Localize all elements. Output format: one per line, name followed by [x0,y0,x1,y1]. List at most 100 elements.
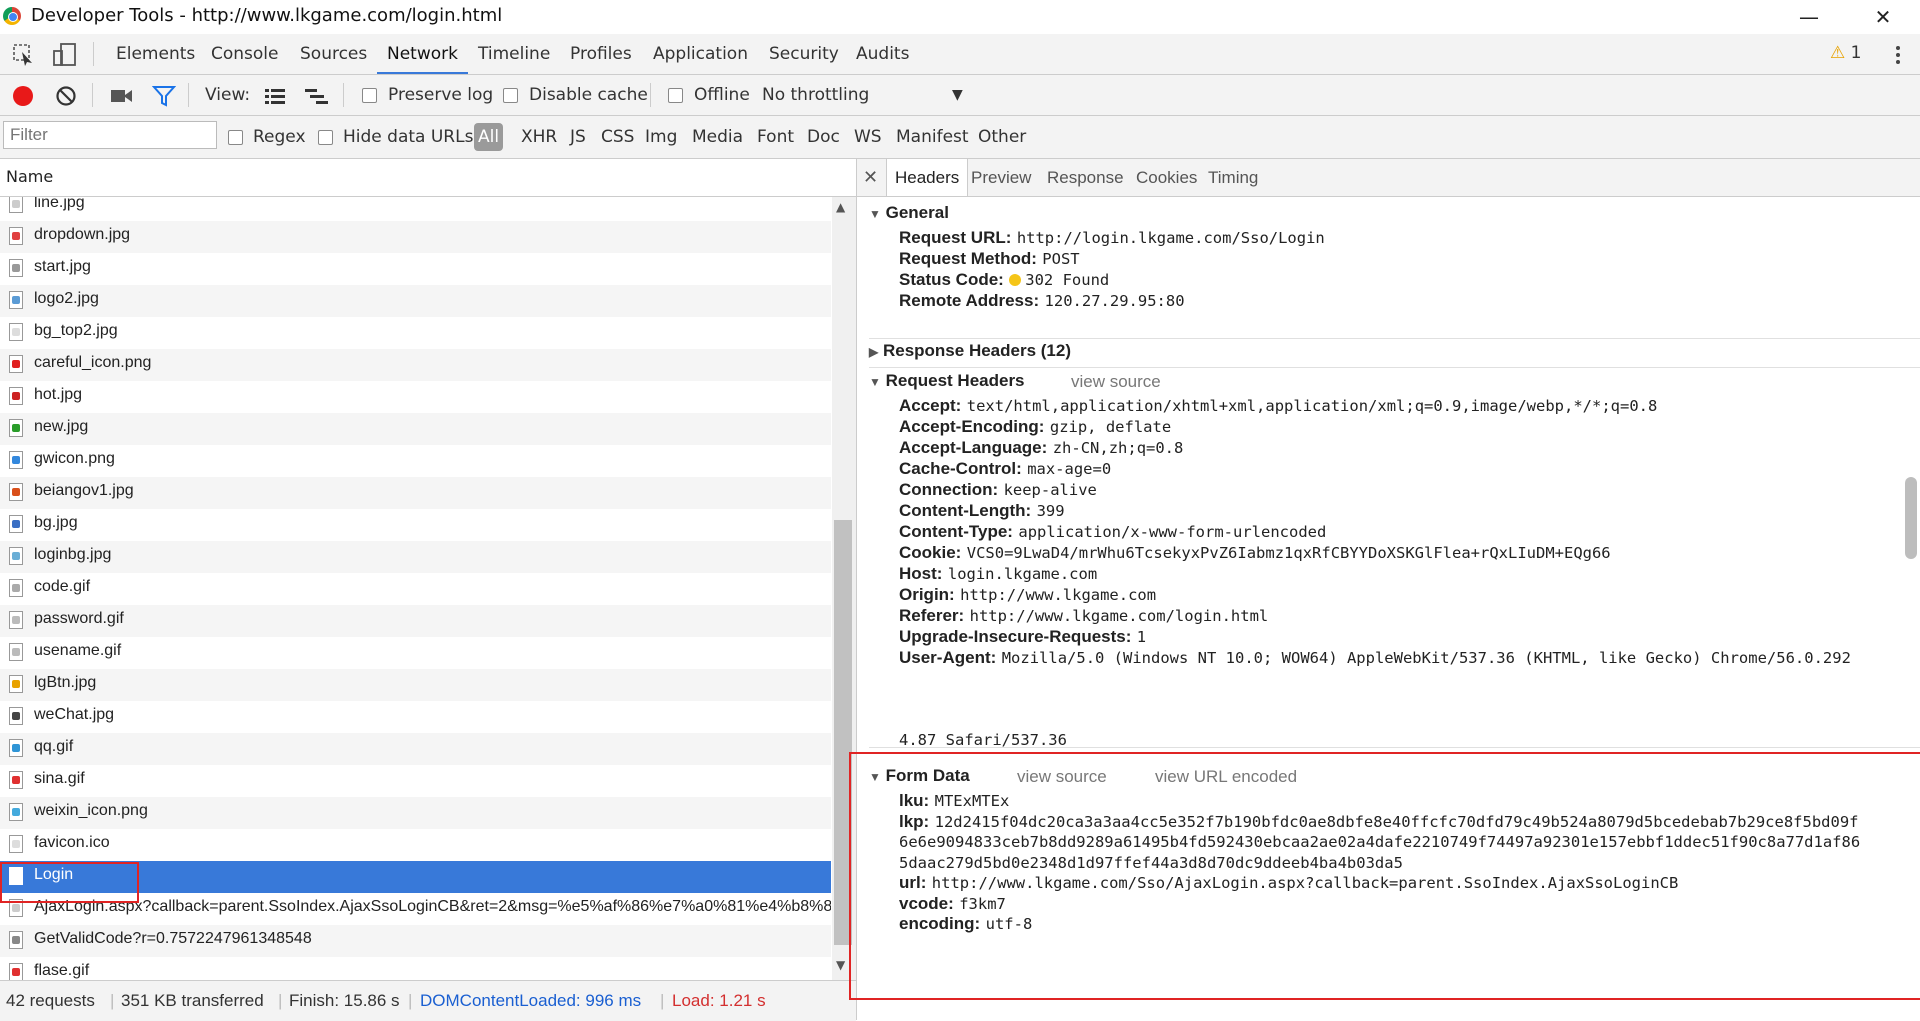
detail-tab-timing[interactable]: Timing [1208,159,1258,196]
detail-tab-headers[interactable]: Headers [886,159,969,196]
file-thumbnail-icon [12,232,20,240]
warnings-indicator[interactable]: ⚠ 1 [1830,43,1861,63]
login-row-highlight-box [0,862,139,903]
request-row[interactable]: start.jpg [0,253,831,285]
scroll-up-icon[interactable]: ▲ [836,200,845,214]
headers-scroll-thumb[interactable] [1905,477,1917,559]
request-row[interactable]: sina.gif [0,765,831,797]
request-headers-view-source-link[interactable]: view source [1071,372,1161,392]
clear-icon[interactable] [55,85,77,107]
filter-type-other[interactable]: Other [978,116,1026,158]
request-row[interactable]: flase.gif [0,957,831,980]
file-thumbnail-icon [12,552,20,560]
tab-elements[interactable]: Elements [106,34,205,74]
filter-type-media[interactable]: Media [692,116,743,158]
detail-tab-response[interactable]: Response [1047,159,1124,196]
throttling-select[interactable]: No throttling [762,75,869,115]
chevron-down-icon[interactable]: ▼ [952,75,963,115]
request-row[interactable]: line.jpg [0,197,831,221]
request-row[interactable]: dropdown.jpg [0,221,831,253]
capture-screenshots-icon[interactable] [110,87,134,105]
request-row[interactable]: gwicon.png [0,445,831,477]
request-row[interactable]: weChat.jpg [0,701,831,733]
filter-input[interactable] [3,121,217,149]
large-request-rows-icon[interactable] [264,87,286,105]
detail-tab-cookies[interactable]: Cookies [1136,159,1197,196]
close-detail-icon[interactable]: ✕ [863,159,878,196]
filter-type-xhr[interactable]: XHR [521,116,557,158]
header-value: 1 [1136,628,1147,646]
header-value: VCS0=9LwaD4/mrWhu6TcsekyxPvZ6Iabmz1qxRfC… [966,544,1611,562]
tab-security[interactable]: Security [759,34,849,74]
filter-type-img[interactable]: Img [645,116,677,158]
name-column-label: Name [6,167,54,186]
file-thumbnail-icon [12,264,20,272]
header-value: Mozilla/5.0 (Windows NT 10.0; WOW64) App… [1001,649,1851,667]
header-row: Referer: http://www.lkgame.com/login.htm… [899,606,1268,626]
header-value: 399 [1036,502,1065,520]
close-window-button[interactable]: ✕ [1860,2,1906,32]
tab-console[interactable]: Console [201,34,289,74]
restore-button[interactable] [1790,1,1836,31]
request-row[interactable]: bg_top2.jpg [0,317,831,349]
filter-type-manifest[interactable]: Manifest [896,116,969,158]
section-divider [869,338,1920,339]
request-name: line.jpg [34,197,85,211]
offline-checkbox[interactable] [668,88,683,103]
detail-tab-preview[interactable]: Preview [971,159,1031,196]
tab-application[interactable]: Application [643,34,758,74]
request-row[interactable]: code.gif [0,573,831,605]
tab-sources[interactable]: Sources [290,34,377,74]
regex-checkbox[interactable] [228,130,243,145]
tab-profiles[interactable]: Profiles [560,34,642,74]
preserve-log-checkbox[interactable] [362,88,377,103]
request-row[interactable]: weixin_icon.png [0,797,831,829]
request-row[interactable]: password.gif [0,605,831,637]
request-row[interactable]: careful_icon.png [0,349,831,381]
tab-timeline[interactable]: Timeline [468,34,560,74]
scroll-down-icon[interactable]: ▼ [836,958,845,972]
request-row[interactable]: usename.gif [0,637,831,669]
filter-type-ws[interactable]: WS [854,116,882,158]
request-row[interactable]: beiangov1.jpg [0,477,831,509]
network-toolbar: View: Preserve log Disable cache Offline… [0,75,1920,116]
request-headers-title: Request Headers [885,371,1025,390]
tab-audits[interactable]: Audits [846,34,919,74]
header-value: login.lkgame.com [947,565,1098,583]
request-row[interactable]: qq.gif [0,733,831,765]
filter-type-js[interactable]: JS [570,116,586,158]
header-key: Cache-Control: [899,459,1022,478]
record-icon[interactable] [12,85,34,107]
request-headers-section-header[interactable]: ▼ Request Headers [869,371,1025,391]
header-value: keep-alive [1003,481,1097,499]
filter-type-css[interactable]: CSS [601,116,634,158]
filter-icon[interactable] [152,85,176,107]
device-toolbar-icon[interactable] [52,43,78,67]
overview-waterfall-icon[interactable] [304,87,330,105]
name-column-header[interactable]: Name [0,159,856,197]
hide-data-urls-checkbox[interactable] [318,130,333,145]
response-headers-section-header[interactable]: ▶ Response Headers (12) [869,341,1071,361]
request-row[interactable]: logo2.jpg [0,285,831,317]
request-row[interactable]: bg.jpg [0,509,831,541]
file-type-icon [9,931,23,949]
request-row[interactable]: lgBtn.jpg [0,669,831,701]
header-key: Referer: [899,606,965,625]
filter-type-all[interactable]: All [474,123,504,151]
filter-type-font[interactable]: Font [757,116,794,158]
request-row[interactable]: loginbg.jpg [0,541,831,573]
section-divider [869,747,1920,748]
inspect-element-icon[interactable] [12,43,36,67]
more-options-icon[interactable] [1888,44,1908,66]
request-row[interactable]: new.jpg [0,413,831,445]
disable-cache-checkbox[interactable] [503,88,518,103]
request-row[interactable]: GetValidCode?r=0.7572247961348548 [0,925,831,957]
file-thumbnail-icon [12,488,20,496]
filter-type-doc[interactable]: Doc [807,116,840,158]
hide-data-urls-label: Hide data URLs [343,127,474,147]
request-row[interactable]: favicon.ico [0,829,831,861]
general-section-header[interactable]: ▼ General [869,203,949,223]
request-row[interactable]: hot.jpg [0,381,831,413]
status-separator: | [110,991,115,1010]
tab-network[interactable]: Network [377,34,468,74]
